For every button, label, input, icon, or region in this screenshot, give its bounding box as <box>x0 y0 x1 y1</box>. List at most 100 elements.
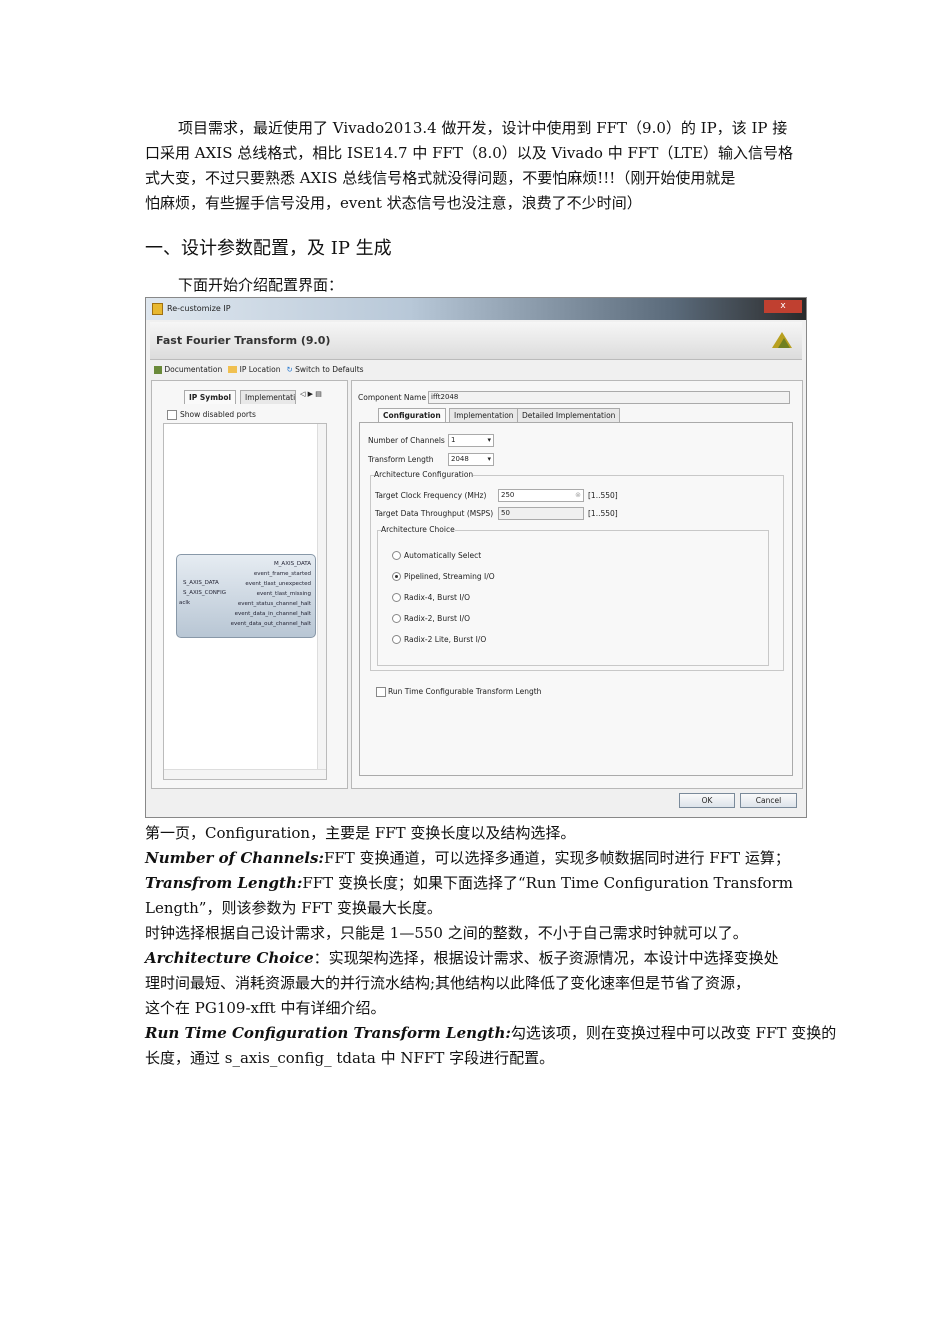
component-name-label: Component Name <box>358 393 427 402</box>
throughput-input[interactable]: 50 <box>498 507 584 520</box>
ip-location-button[interactable]: IP Location <box>228 365 280 374</box>
runtime-config-label: Run Time Configurable Transform Length <box>388 687 542 696</box>
body-line: 长度，通过 s_axis_config_ tdata 中 NFFT 字段进行配置… <box>145 1049 555 1067</box>
tab-ip-symbol[interactable]: IP Symbol <box>184 390 237 404</box>
num-channels-label: Number of Channels <box>368 436 445 445</box>
tab-detailed-implementation[interactable]: Detailed Implementation <box>517 408 621 422</box>
transform-length-label: Transform Length <box>368 455 434 464</box>
arch-radio-radix4[interactable] <box>392 593 401 602</box>
show-disabled-ports-label: Show disabled ports <box>180 410 256 419</box>
ip-title: Fast Fourier Transform (9.0) <box>156 334 331 347</box>
arch-option-label: Automatically Select <box>404 551 482 560</box>
arch-option-label: Radix-2 Lite, Burst I/O <box>404 635 487 644</box>
body-line: Run Time Configuration Transform Length:… <box>145 1021 836 1046</box>
ip-location-label: IP Location <box>239 364 281 374</box>
chevron-down-icon: ▾ <box>487 455 491 463</box>
port-right: event_tlast_missing <box>256 591 311 597</box>
throughput-range: [1..550] <box>588 509 618 518</box>
intro-line: 口采用 AXIS 总线格式，相比 ISE14.7 中 FFT（8.0）以及 Vi… <box>145 144 794 162</box>
term: Transfrom Length: <box>145 874 303 892</box>
tab-scroll-arrows[interactable]: ◁ ▶ ▤ <box>300 390 322 398</box>
configuration-page: Number of Channels 1 ▾ Transform Length 2… <box>359 422 793 776</box>
right-ports: M_AXIS_DATA event_frame_started event_tl… <box>231 559 311 629</box>
symbol-canvas: S_AXIS_DATA S_AXIS_CONFIG aclk M_AXIS_DA… <box>163 423 327 780</box>
arch-radio-auto[interactable] <box>392 551 401 560</box>
tab-implementation[interactable]: Implementation <box>449 408 519 422</box>
intro-line: 项目需求，最近使用了 Vivado2013.4 做开发，设计中使用到 FFT（9… <box>178 119 788 137</box>
body-text: 第一页，Configuration，主要是 FFT 变换长度以及结构选择。 Nu… <box>145 821 836 1071</box>
clear-icon[interactable]: ⊗ <box>575 490 581 501</box>
intro-paragraph: 项目需求，最近使用了 Vivado2013.4 做开发，设计中使用到 FFT（9… <box>145 116 807 216</box>
refresh-icon: ↻ <box>286 364 293 374</box>
window-titlebar: Re-customize IP x <box>146 298 806 320</box>
port-left: S_AXIS_CONFIG <box>183 590 226 596</box>
transform-length-value: 2048 <box>451 455 469 463</box>
arch-radio-radix2-lite[interactable] <box>392 635 401 644</box>
intro2-text: 下面开始介绍配置界面： <box>178 276 344 294</box>
intro-line: 式大变，不过只要熟悉 AXIS 总线信号格式就没得问题，不要怕麻烦!!!（刚开始… <box>145 169 736 187</box>
vertical-scrollbar[interactable] <box>317 424 326 769</box>
desc: ：实现架构选择，根据设计需求、板子资源情况，本设计中选择变换处 <box>313 949 779 967</box>
architecture-configuration-group: Architecture Configuration Target Clock … <box>370 470 784 671</box>
documentation-label: Documentation <box>164 364 223 374</box>
body-line: 这个在 PG109-xfft 中有详细介绍。 <box>145 999 386 1017</box>
intro-line: 怕麻烦，有些握手信号没用，event 状态信号也没注意，浪费了不少时间） <box>145 194 642 212</box>
architecture-choice-group: Architecture Choice Automatically Select… <box>377 525 769 666</box>
cancel-button[interactable]: Cancel <box>740 793 797 808</box>
book-icon <box>154 365 162 374</box>
documentation-button[interactable]: Documentation <box>154 365 222 374</box>
show-disabled-ports-checkbox[interactable] <box>167 410 177 420</box>
clock-range: [1..550] <box>588 491 618 500</box>
port-right: event_data_in_channel_halt <box>234 611 311 617</box>
body-line: Architecture Choice：实现架构选择，根据设计需求、板子资源情况… <box>145 946 807 971</box>
horizontal-scrollbar[interactable] <box>164 769 326 779</box>
num-channels-select[interactable]: 1 ▾ <box>448 434 494 447</box>
arch-radio-pipelined[interactable] <box>392 572 401 581</box>
tab-implementation-left[interactable]: Implementati <box>240 390 296 404</box>
document-page: 项目需求，最近使用了 Vivado2013.4 做开发，设计中使用到 FFT（9… <box>0 0 950 1344</box>
num-channels-value: 1 <box>451 436 456 444</box>
term: Run Time Configuration Transform Length: <box>145 1024 511 1042</box>
port-right: event_tlast_unexpected <box>245 581 311 587</box>
close-button[interactable]: x <box>764 300 802 313</box>
clock-input[interactable]: 250 ⊗ <box>498 489 584 502</box>
term: Number of Channels: <box>145 849 324 867</box>
ip-icon <box>152 303 163 315</box>
desc: FFT 变换通道，可以选择多通道，实现多帧数据同时进行 FFT 运算； <box>323 849 790 867</box>
runtime-config-checkbox[interactable] <box>376 687 386 697</box>
transform-length-select[interactable]: 2048 ▾ <box>448 453 494 466</box>
dialog-toolbar: Documentation IP Location ↻ Switch to De… <box>154 363 364 375</box>
arch-option-label: Pipelined, Streaming I/O <box>404 572 495 581</box>
arch-config-label: Architecture Configuration <box>374 470 474 479</box>
port-right: event_frame_started <box>253 571 311 577</box>
switch-defaults-label: Switch to Defaults <box>295 364 364 374</box>
switch-defaults-button[interactable]: ↻ Switch to Defaults <box>286 365 363 374</box>
body-line: Number of Channels:FFT 变换通道，可以选择多通道，实现多帧… <box>145 846 807 871</box>
body-line: 理时间最短、消耗资源最大的并行流水结构;其他结构以此降低了变化速率但是节省了资源… <box>145 974 751 992</box>
ip-symbol-block: S_AXIS_DATA S_AXIS_CONFIG aclk M_AXIS_DA… <box>176 554 316 638</box>
left-panel: IP Symbol Implementati ◁ ▶ ▤ Show disabl… <box>151 380 348 789</box>
clock-label: Target Clock Frequency (MHz) <box>375 491 487 500</box>
component-name-input[interactable]: ifft2048 <box>428 391 790 404</box>
port-left: S_AXIS_DATA <box>183 580 219 586</box>
body-line: 时钟选择根据自己设计需求，只能是 1—550 之间的整数，不小于自己需求时钟就可… <box>145 924 748 942</box>
body-line: Length”，则该参数为 FFT 变换最大长度。 <box>145 899 442 917</box>
port-right: event_status_channel_halt <box>237 601 311 607</box>
arch-choice-label: Architecture Choice <box>381 525 455 534</box>
chevron-down-icon: ▾ <box>487 436 491 444</box>
window-title: Re-customize IP <box>167 304 231 313</box>
desc: 勾选该项，则在变换过程中可以改变 FFT 变换的 <box>510 1024 837 1042</box>
folder-icon <box>228 366 238 373</box>
port-right: M_AXIS_DATA <box>273 561 311 567</box>
throughput-label: Target Data Throughput (MSPS) <box>375 509 494 518</box>
body-line: 第一页，Configuration，主要是 FFT 变换长度以及结构选择。 <box>145 824 576 842</box>
dialog-header: Fast Fourier Transform (9.0) <box>150 322 802 360</box>
arch-radio-radix2[interactable] <box>392 614 401 623</box>
tab-configuration[interactable]: Configuration <box>378 408 446 422</box>
ip-dialog-screenshot: Re-customize IP x Fast Fourier Transform… <box>145 297 807 818</box>
term: Architecture Choice <box>145 949 314 967</box>
ok-button[interactable]: OK <box>679 793 735 808</box>
desc: FFT 变换长度；如果下面选择了“Run Time Configuration … <box>302 874 793 892</box>
port-right: event_data_out_channel_halt <box>230 621 311 627</box>
body-line: Transfrom Length:FFT 变换长度；如果下面选择了“Run Ti… <box>145 871 807 896</box>
